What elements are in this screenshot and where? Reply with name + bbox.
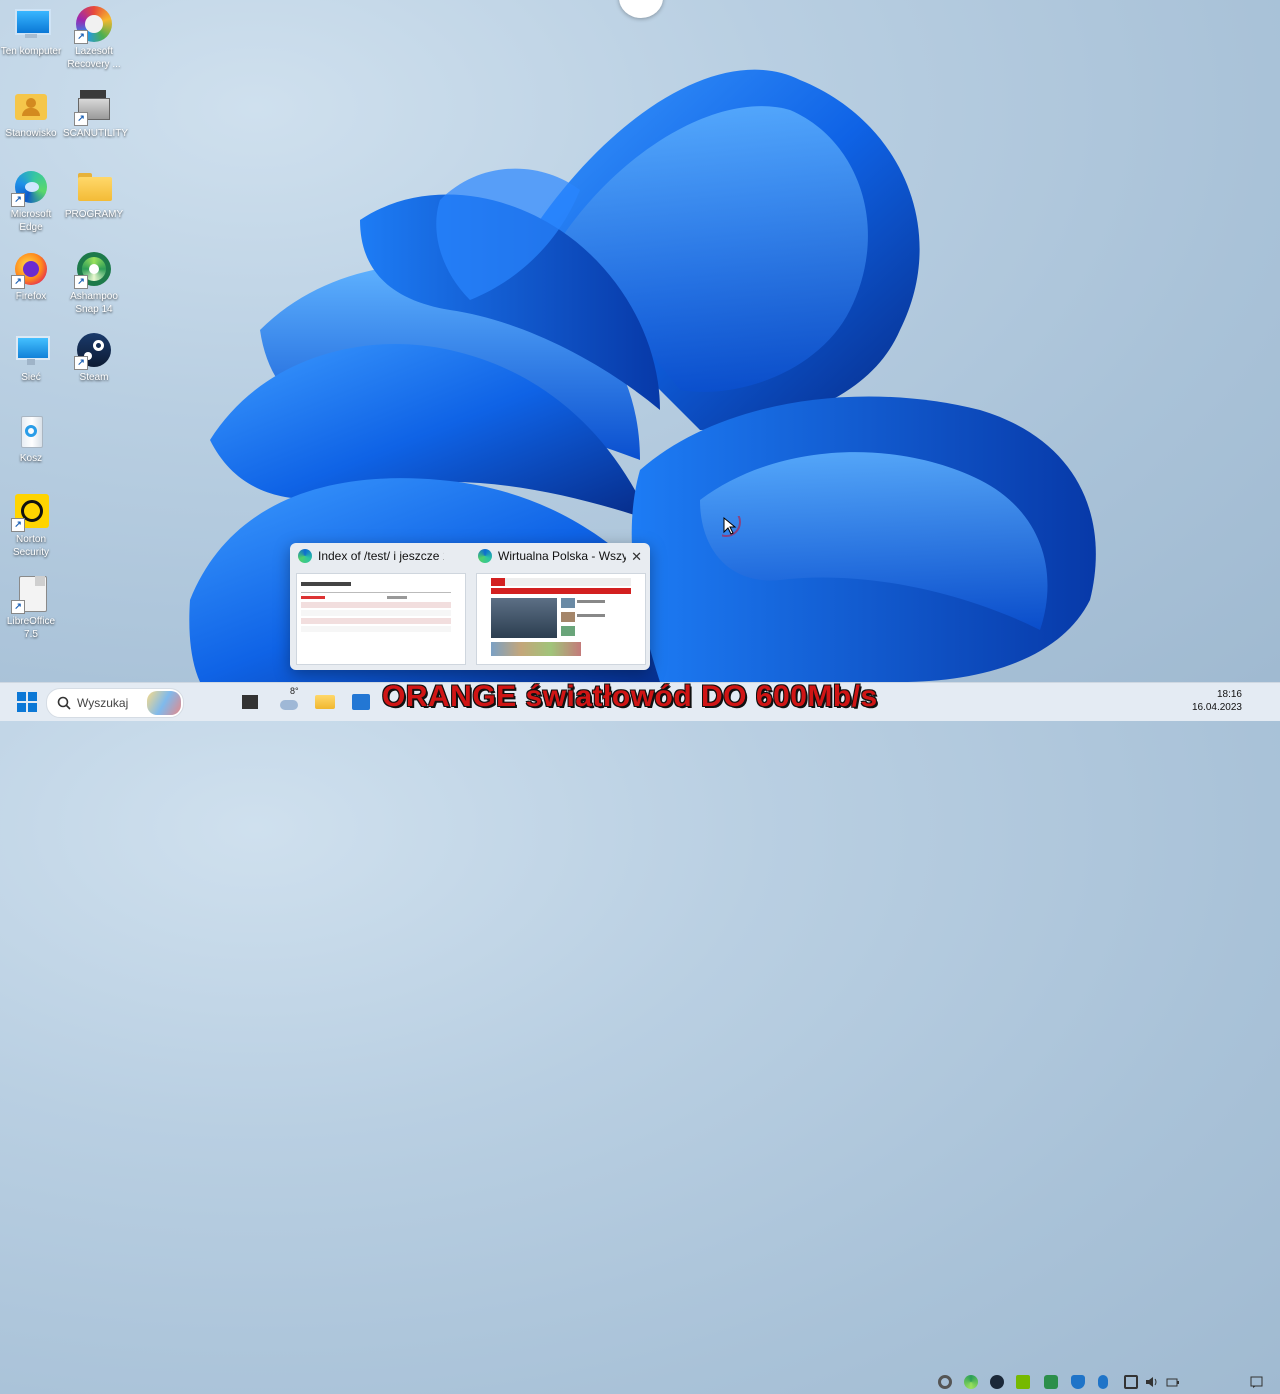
taskbar-search[interactable]: Wyszukaj <box>46 688 184 718</box>
nvidia-icon[interactable] <box>1016 1375 1030 1389</box>
desktop-icon-scanutility[interactable]: ↗ SCANUTILITY <box>63 88 129 140</box>
defender-icon[interactable] <box>1071 1375 1085 1389</box>
widgets-button[interactable]: 8° <box>274 683 304 721</box>
desktop-icon-label: Stanowisko <box>5 128 57 139</box>
libreoffice-icon: ↗ <box>11 576 49 614</box>
notifications-icon[interactable] <box>1250 1375 1264 1389</box>
start-button[interactable] <box>14 683 40 721</box>
bluetooth-icon[interactable] <box>1098 1375 1108 1389</box>
preview-thumbnail <box>296 573 466 665</box>
user-folder-icon <box>13 88 49 124</box>
mouse-cursor-icon <box>722 516 741 537</box>
promo-banner-text: ORANGE światłowód DO 600Mb/s <box>382 680 878 713</box>
recycle-bin-icon <box>13 413 49 449</box>
weather-temp: 8° <box>290 686 299 696</box>
preview-thumbnail <box>476 573 646 665</box>
clock-time: 18:16 <box>1216 689 1242 700</box>
preview-title: Wirtualna Polska - Wszys... <box>498 549 626 563</box>
folder-icon <box>76 169 112 205</box>
monitor-icon <box>13 6 51 42</box>
preview-window-wp[interactable]: Wirtualna Polska - Wszys... ✕ <box>470 543 650 670</box>
desktop-icon-label: SCANUTILITY <box>63 128 129 139</box>
desktop-icon-norton-security[interactable]: ↗ Norton Security <box>0 494 62 559</box>
ashampoo-tray-icon[interactable] <box>964 1375 978 1389</box>
clock-date: 16.04.2023 <box>1191 702 1242 713</box>
ashampoo-icon: ↗ <box>74 251 112 289</box>
desktop-icon-steam[interactable]: ↗ Steam <box>63 332 125 384</box>
desktop-icon-microsoft-edge[interactable]: ↗ Microsoft Edge <box>0 169 62 234</box>
desktop-icon-stanowisko[interactable]: Stanowisko <box>0 88 62 140</box>
desktop-icon-ten-komputer[interactable]: Ten komputer <box>0 6 62 58</box>
desktop-icon-label: Firefox <box>15 291 47 302</box>
desktop-icon-firefox[interactable]: ↗ Firefox <box>0 251 62 303</box>
desktop-icon-label: Ashampoo Snap 14 <box>70 291 118 315</box>
desktop-icon-lazesoft-recovery[interactable]: ↗ Lazesoft Recovery ... <box>63 6 125 71</box>
desktop-icon-ashampoo-snap[interactable]: ↗ Ashampoo Snap 14 <box>63 251 125 316</box>
taskbar-preview-popup: Index of /test/ i jeszcze 11 stron... Wi… <box>290 543 650 670</box>
desktop-icon-label: Norton Security <box>12 534 50 558</box>
steam-icon: ↗ <box>74 332 112 370</box>
folder-icon <box>315 695 335 709</box>
preview-close-button[interactable]: ✕ <box>631 549 642 565</box>
firefox-icon: ↗ <box>11 251 49 289</box>
desktop-icon-siec[interactable]: Sieć <box>0 332 62 384</box>
tray-app-icon[interactable] <box>938 1375 952 1389</box>
task-view-icon <box>242 695 258 709</box>
preview-window-index[interactable]: Index of /test/ i jeszcze 11 stron... <box>290 543 468 670</box>
file-explorer-button[interactable] <box>312 683 338 721</box>
desktop-icon-label: Kosz <box>19 453 43 464</box>
search-icon <box>57 696 71 710</box>
battery-power-icon[interactable] <box>1166 1375 1180 1389</box>
preview-title-row: Wirtualna Polska - Wszys... <box>478 549 626 563</box>
desktop-icon-label: Lazesoft Recovery ... <box>67 46 121 70</box>
desktop-icon-label: PROGRAMY <box>64 209 124 220</box>
norton-icon: ↗ <box>11 494 49 532</box>
cloud-icon <box>280 700 298 710</box>
network-icon <box>13 332 50 368</box>
preview-title: Index of /test/ i jeszcze 11 stron... <box>318 549 444 563</box>
desktop-icon-kosz[interactable]: Kosz <box>0 413 62 465</box>
desktop-icon-programy[interactable]: PROGRAMY <box>63 169 125 221</box>
desktop-icon-label: Sieć <box>21 372 41 383</box>
edge-icon <box>478 549 492 563</box>
network-tray-icon[interactable] <box>1044 1375 1058 1389</box>
steam-tray-icon[interactable] <box>990 1375 1004 1389</box>
volume-icon[interactable] <box>1145 1375 1159 1389</box>
desktop-icon-label: Steam <box>79 372 109 383</box>
display-icon[interactable] <box>1124 1375 1138 1389</box>
desktop-icon-label: LibreOffice 7.5 <box>6 616 56 640</box>
windows-logo-icon <box>17 692 37 712</box>
search-highlight-icon <box>147 691 181 715</box>
store-button[interactable] <box>348 683 374 721</box>
search-placeholder: Wyszukaj <box>77 696 129 710</box>
desktop-icon-libreoffice[interactable]: ↗ LibreOffice 7.5 <box>0 576 62 641</box>
task-view-button[interactable] <box>240 683 260 721</box>
edge-icon: ↗ <box>11 169 49 207</box>
edge-icon <box>298 549 312 563</box>
lazesoft-icon: ↗ <box>74 6 112 44</box>
store-icon <box>352 694 370 710</box>
desktop-icon-label: Ten komputer <box>0 46 62 57</box>
desktop-icon-label: Microsoft Edge <box>10 209 52 233</box>
taskbar-clock[interactable]: 18:16 16.04.2023 <box>1190 688 1242 714</box>
preview-title-row: Index of /test/ i jeszcze 11 stron... <box>298 549 444 563</box>
scanner-icon: ↗ <box>74 88 112 126</box>
